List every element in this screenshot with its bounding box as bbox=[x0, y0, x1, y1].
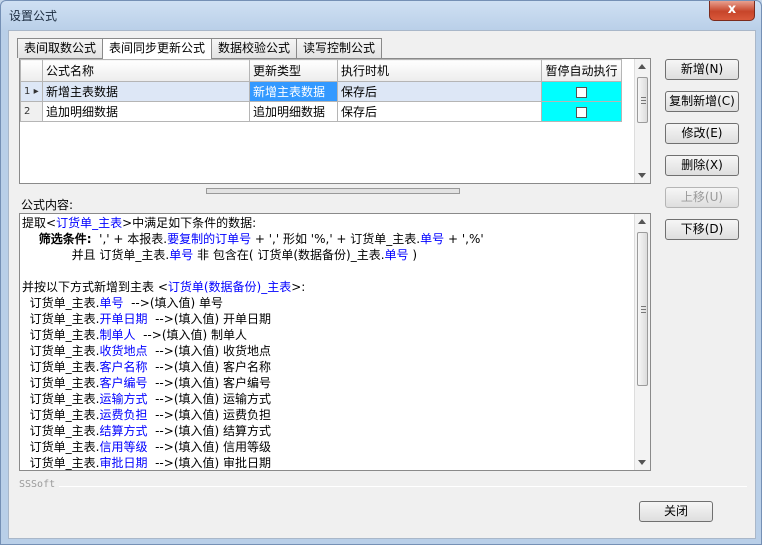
brand-label: SSSoft bbox=[19, 479, 56, 490]
scrollbar-thumb[interactable] bbox=[637, 232, 648, 386]
formula-vertical-scrollbar[interactable] bbox=[634, 214, 650, 470]
delete-button[interactable]: 删除(X) bbox=[665, 155, 739, 176]
mapping-line: 订货单_主表.审批日期 -->(填入值) 审批日期 bbox=[22, 456, 271, 470]
formula-line: 并且 订货单_主表.单号 非 包含在( 订货单(数据备份)_主表.单号 ) bbox=[22, 248, 418, 262]
dialog-client-area: 表间取数公式 表间同步更新公式 数据校验公式 读写控制公式 公式名称 更新类型 … bbox=[8, 30, 756, 539]
tab-fetch-formula[interactable]: 表间取数公式 bbox=[17, 38, 104, 58]
scroll-down-icon[interactable] bbox=[638, 173, 646, 178]
scrollbar-thumb[interactable] bbox=[637, 77, 648, 123]
pause-checkbox[interactable] bbox=[576, 106, 587, 118]
current-row-marker-icon: ▸ bbox=[33, 86, 39, 97]
mapping-line: 订货单_主表.开单日期 -->(填入值) 开单日期 bbox=[22, 312, 271, 326]
window-title: 设置公式 bbox=[9, 9, 58, 23]
cell-timing[interactable]: 保存后 bbox=[337, 101, 542, 122]
tab-sync-update-formula[interactable]: 表间同步更新公式 bbox=[102, 38, 213, 59]
tab-validation-formula[interactable]: 数据校验公式 bbox=[211, 38, 298, 58]
modify-button[interactable]: 修改(E) bbox=[665, 123, 739, 144]
copy-add-button[interactable]: 复制新增(C) bbox=[665, 91, 739, 112]
panel-splitter[interactable] bbox=[206, 188, 460, 194]
mapping-line: 订货单_主表.客户名称 -->(填入值) 客户名称 bbox=[22, 360, 271, 374]
cell-timing[interactable]: 保存后 bbox=[337, 81, 542, 102]
formula-line-blank bbox=[22, 263, 632, 279]
table-row[interactable]: 2 追加明细数据 追加明细数据 保存后 bbox=[20, 101, 622, 122]
cell-formula-name[interactable]: 新增主表数据 bbox=[42, 81, 250, 102]
row-number[interactable]: 2 bbox=[20, 101, 43, 122]
close-button[interactable]: 关闭 bbox=[639, 501, 713, 522]
mapping-line: 订货单_主表.运输方式 -->(填入值) 运输方式 bbox=[22, 392, 271, 406]
add-button[interactable]: 新增(N) bbox=[665, 59, 739, 80]
table-header-row: 公式名称 更新类型 执行时机 暂停自动执行 bbox=[20, 59, 622, 82]
corner-cell bbox=[20, 59, 43, 82]
scroll-down-icon[interactable] bbox=[638, 460, 646, 465]
formula-line: 并按以下方式新增到主表 <订货单(数据备份)_主表>: bbox=[22, 280, 306, 294]
tab-rw-control-formula[interactable]: 读写控制公式 bbox=[296, 38, 383, 58]
mapping-line: 订货单_主表.单号 -->(填入值) 单号 bbox=[22, 296, 223, 310]
formula-line: 筛选条件: ',' + 本报表.要复制的订单号 + ',' 形如 '%,' + … bbox=[22, 232, 484, 246]
column-header-name[interactable]: 公式名称 bbox=[42, 59, 250, 82]
cell-update-type[interactable]: 追加明细数据 bbox=[249, 101, 338, 122]
cell-pause[interactable] bbox=[541, 101, 622, 122]
row-number[interactable]: 1 ▸ bbox=[20, 81, 43, 102]
pause-checkbox[interactable] bbox=[576, 86, 587, 98]
formula-content-label: 公式内容: bbox=[21, 198, 74, 212]
formula-grid: 公式名称 更新类型 执行时机 暂停自动执行 1 ▸ 新增主表数据 新增主表数据 … bbox=[19, 58, 651, 184]
grid-vertical-scrollbar[interactable] bbox=[634, 59, 650, 183]
formula-tabs: 表间取数公式 表间同步更新公式 数据校验公式 读写控制公式 bbox=[17, 38, 383, 59]
cell-pause[interactable] bbox=[541, 81, 622, 102]
mapping-line: 订货单_主表.结算方式 -->(填入值) 结算方式 bbox=[22, 424, 271, 438]
divider bbox=[59, 486, 747, 487]
mapping-line: 订货单_主表.信用等级 -->(填入值) 信用等级 bbox=[22, 440, 271, 454]
cell-update-type[interactable]: 新增主表数据 bbox=[249, 81, 338, 102]
table-row[interactable]: 1 ▸ 新增主表数据 新增主表数据 保存后 bbox=[20, 81, 622, 102]
mapping-line: 订货单_主表.客户编号 -->(填入值) 客户编号 bbox=[22, 376, 271, 390]
column-header-timing[interactable]: 执行时机 bbox=[337, 59, 542, 82]
formula-table: 公式名称 更新类型 执行时机 暂停自动执行 1 ▸ 新增主表数据 新增主表数据 … bbox=[20, 59, 622, 122]
cell-formula-name[interactable]: 追加明细数据 bbox=[42, 101, 250, 122]
move-up-button[interactable]: 上移(U) bbox=[665, 187, 739, 208]
scroll-up-icon[interactable] bbox=[638, 64, 646, 69]
scroll-up-icon[interactable] bbox=[638, 219, 646, 224]
mapping-list: 订货单_主表.单号 -->(填入值) 单号 订货单_主表.开单日期 -->(填入… bbox=[22, 295, 632, 470]
formula-content-box[interactable]: 提取<订货单_主表>中满足如下条件的数据: 筛选条件: ',' + 本报表.要复… bbox=[19, 213, 651, 471]
dialog-window: 设置公式 x 表间取数公式 表间同步更新公式 数据校验公式 读写控制公式 公式名… bbox=[0, 0, 762, 545]
column-header-type[interactable]: 更新类型 bbox=[249, 59, 338, 82]
mapping-line: 订货单_主表.制单人 -->(填入值) 制单人 bbox=[22, 328, 247, 342]
mapping-line: 订货单_主表.运费负担 -->(填入值) 运费负担 bbox=[22, 408, 271, 422]
mapping-line: 订货单_主表.收货地点 -->(填入值) 收货地点 bbox=[22, 344, 271, 358]
formula-text: 提取<订货单_主表>中满足如下条件的数据: 筛选条件: ',' + 本报表.要复… bbox=[22, 215, 632, 470]
move-down-button[interactable]: 下移(D) bbox=[665, 219, 739, 240]
column-header-pause[interactable]: 暂停自动执行 bbox=[541, 59, 622, 82]
close-window-button[interactable]: x bbox=[709, 1, 755, 21]
formula-line: 提取<订货单_主表>中满足如下条件的数据: bbox=[22, 216, 257, 230]
